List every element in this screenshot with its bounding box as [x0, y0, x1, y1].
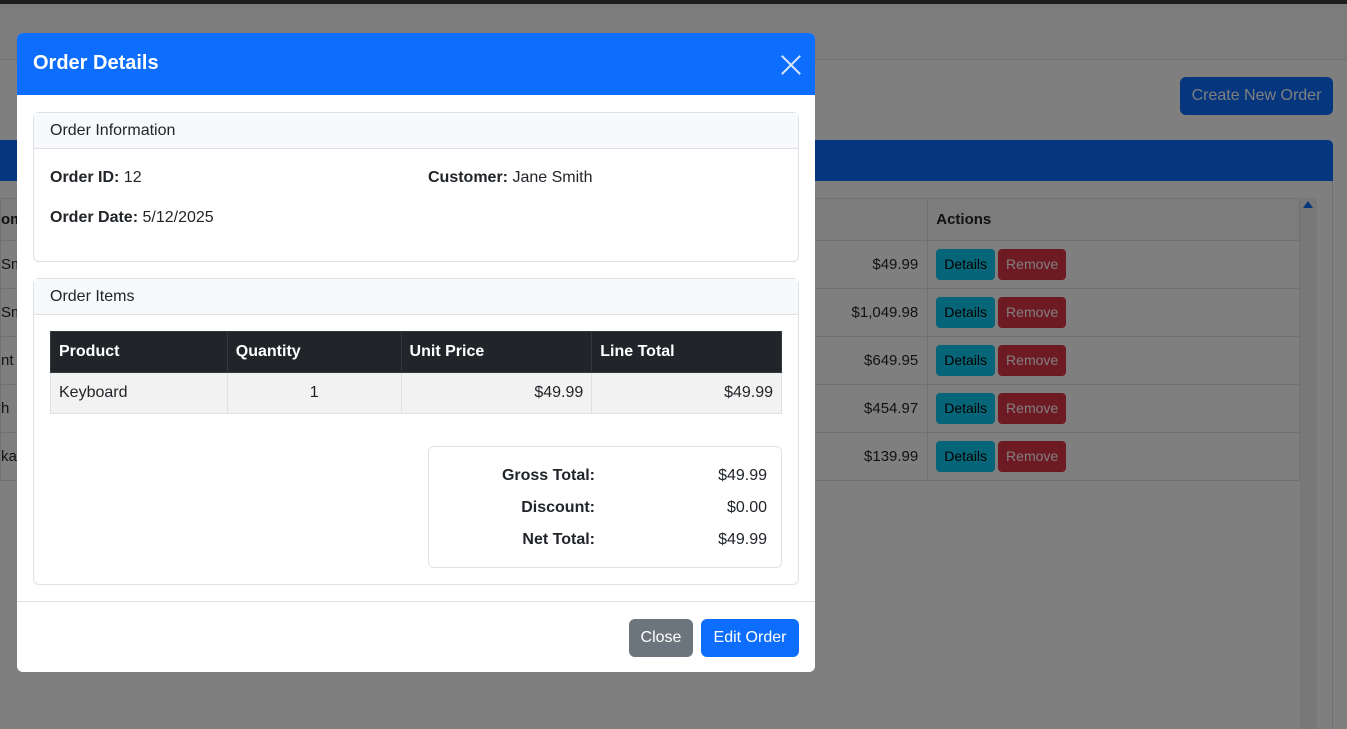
product-cell: Keyboard [50, 372, 228, 414]
order-details-modal: Order Details Order Information Order ID… [17, 33, 815, 672]
discount-row: Discount: $0.00 [429, 499, 783, 519]
gross-total-label: Gross Total: [501, 467, 595, 484]
quantity-column-header: Quantity [226, 331, 402, 373]
close-button[interactable]: Close [629, 619, 693, 657]
net-total-label: Net Total: [522, 531, 595, 548]
order-date-label: Order Date: [50, 209, 139, 226]
order-totals-box: Gross Total: $49.99 Discount: $0.00 Net … [428, 446, 782, 568]
close-icon[interactable] [780, 54, 802, 76]
customer-label: Customer: [428, 169, 509, 186]
order-information-card: Order Information Order ID: 12 Customer:… [33, 112, 799, 262]
product-column-header: Product [50, 331, 228, 373]
customer-value: Jane Smith [512, 169, 593, 186]
net-total-row: Net Total: $49.99 [429, 531, 783, 551]
customer-field: Customer: Jane Smith [428, 169, 593, 187]
order-date-value: 5/12/2025 [142, 209, 214, 226]
order-items-table: Product Quantity Unit Price Line Total K… [50, 331, 782, 414]
order-items-header: Order Items [34, 279, 798, 315]
modal-footer: Close Edit Order [17, 601, 815, 672]
edit-order-button[interactable]: Edit Order [701, 619, 799, 657]
modal-title: Order Details [33, 52, 159, 74]
line-total-column-header: Line Total [591, 331, 782, 373]
order-items-card: Order Items Product Quantity Unit Price … [33, 278, 799, 585]
modal-header: Order Details [17, 33, 815, 95]
order-information-header: Order Information [34, 113, 798, 149]
unit-price-column-header: Unit Price [400, 331, 593, 373]
order-id-label: Order ID: [50, 169, 120, 186]
discount-value: $0.00 [726, 499, 767, 516]
gross-total-row: Gross Total: $49.99 [429, 467, 783, 487]
line-total-cell: $49.99 [591, 372, 782, 414]
items-header-row: Product Quantity Unit Price Line Total [50, 331, 782, 373]
table-row: Keyboard 1 $49.99 $49.99 [50, 372, 782, 414]
discount-label: Discount: [521, 499, 595, 516]
gross-total-value: $49.99 [718, 467, 767, 484]
order-id-value: 12 [123, 169, 142, 186]
net-total-value: $49.99 [718, 531, 767, 548]
order-id-field: Order ID: 12 [50, 169, 142, 187]
quantity-cell: 1 [226, 372, 402, 414]
order-date-field: Order Date: 5/12/2025 [50, 209, 214, 227]
unit-price-cell: $49.99 [400, 372, 593, 414]
